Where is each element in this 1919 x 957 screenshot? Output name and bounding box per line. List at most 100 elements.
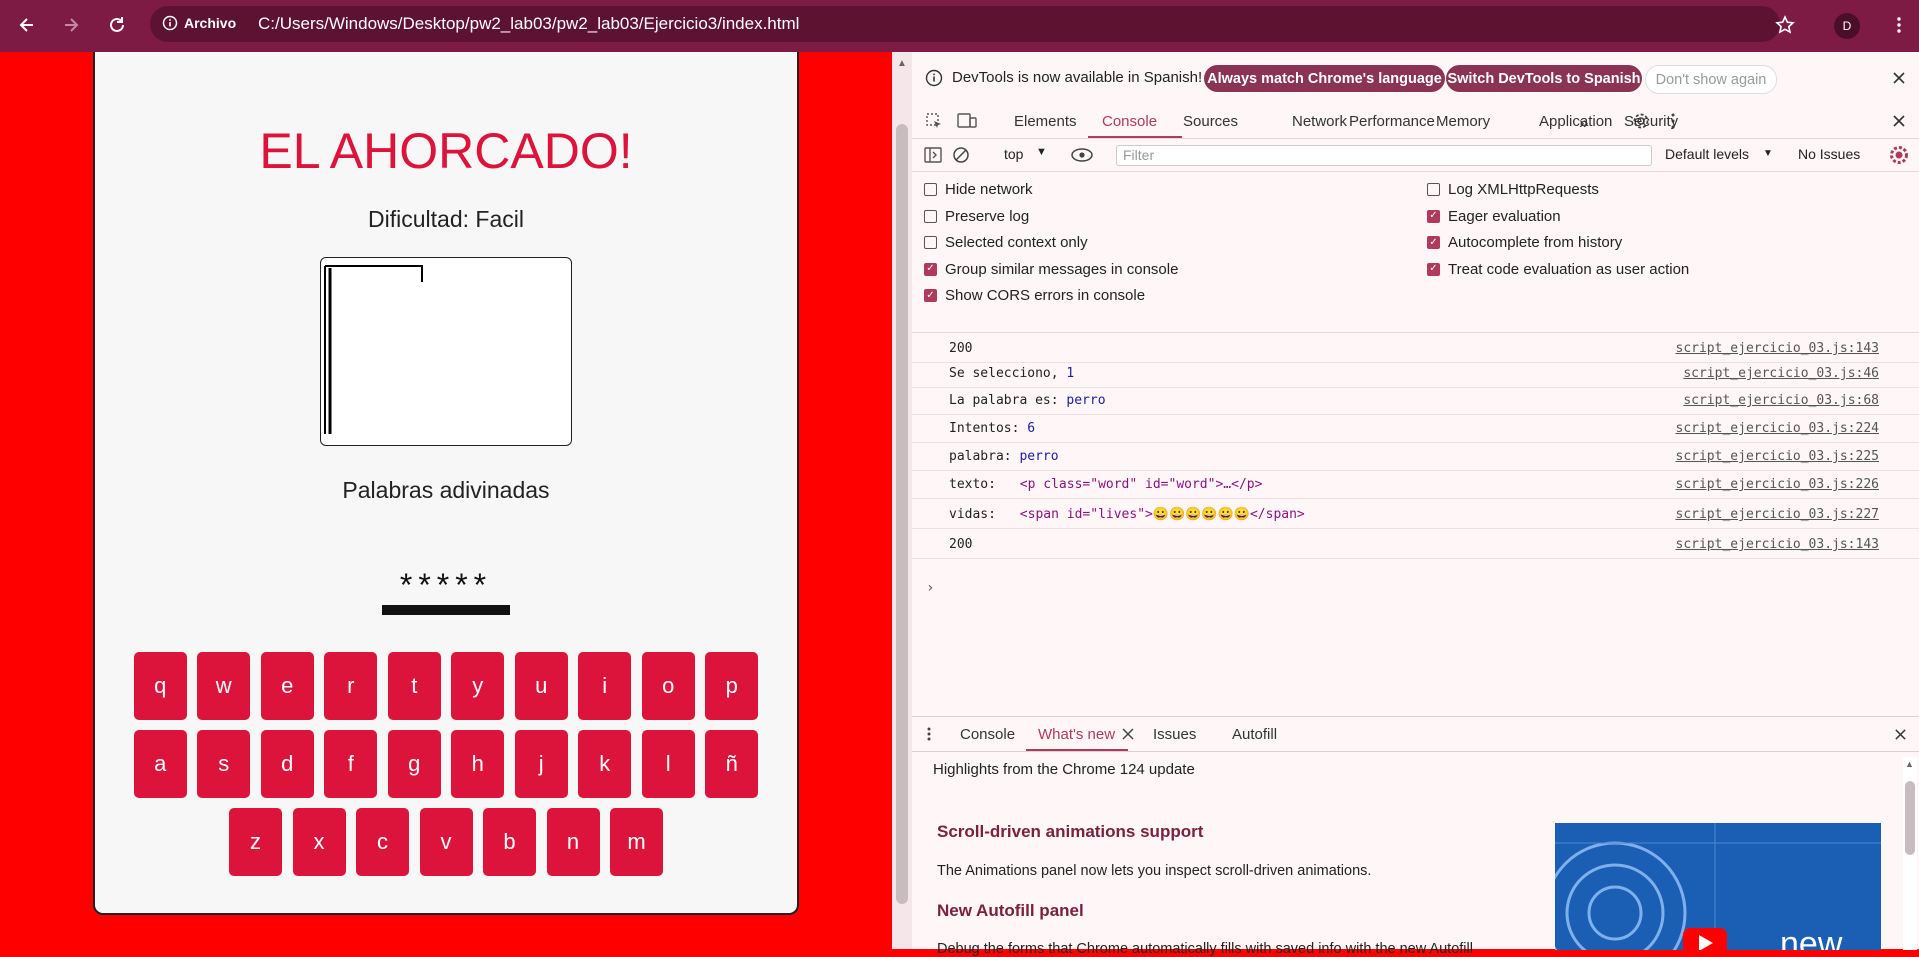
- key-5-row-0[interactable]: y: [451, 652, 505, 720]
- tab-sources[interactable]: Sources: [1183, 113, 1238, 130]
- tab-security[interactable]: Security: [1624, 113, 1678, 130]
- drawer-menu-icon[interactable]: [924, 726, 934, 742]
- dont-show-again-button[interactable]: Don't show again: [1645, 65, 1777, 94]
- key-5-row-1[interactable]: h: [451, 730, 505, 798]
- scroll-up-arrow-icon[interactable]: ▲: [897, 58, 907, 69]
- forward-button[interactable]: [58, 12, 84, 38]
- profile-avatar[interactable]: D: [1834, 13, 1860, 39]
- key-8-row-1[interactable]: l: [641, 730, 695, 798]
- source-link[interactable]: script_ejercicio_03.js:225: [1676, 449, 1880, 464]
- close-banner-icon[interactable]: [1892, 71, 1906, 85]
- key-8-row-0[interactable]: o: [641, 652, 695, 720]
- message-html-node[interactable]: <p class="word" id="word">…</p>: [1020, 477, 1263, 492]
- drawer-tab-autofill[interactable]: Autofill: [1232, 726, 1277, 743]
- reload-button[interactable]: [104, 12, 130, 38]
- chevron-down-icon[interactable]: ▼: [1036, 146, 1047, 158]
- source-link[interactable]: script_ejercicio_03.js:46: [1683, 366, 1879, 381]
- setting-autocomplete-from-history[interactable]: Autocomplete from history: [1427, 234, 1622, 251]
- key-7-row-1[interactable]: k: [578, 730, 632, 798]
- key-1-row-0[interactable]: w: [197, 652, 251, 720]
- scrollbar-thumb[interactable]: [1905, 781, 1915, 855]
- setting-hide-network[interactable]: Hide network: [924, 181, 1033, 198]
- scroll-up-arrow-icon[interactable]: ▲: [1905, 759, 1914, 769]
- bookmark-star-button[interactable]: [1772, 12, 1798, 38]
- feature-title-autofill[interactable]: New Autofill panel: [937, 901, 1084, 921]
- tab-performance[interactable]: Performance: [1349, 113, 1435, 130]
- close-devtools-icon[interactable]: [1892, 114, 1906, 128]
- console-prompt[interactable]: ›: [926, 580, 934, 596]
- setting-selected-context-only[interactable]: Selected context only: [924, 234, 1088, 251]
- source-link[interactable]: script_ejercicio_03.js:224: [1676, 421, 1880, 436]
- checkbox[interactable]: [924, 183, 937, 196]
- key-0-row-1[interactable]: a: [133, 730, 187, 798]
- source-link[interactable]: script_ejercicio_03.js:226: [1676, 477, 1880, 492]
- setting-log-xmlhttprequests[interactable]: Log XMLHttpRequests: [1427, 181, 1599, 198]
- switch-devtools-spanish-button[interactable]: Switch DevTools to Spanish: [1446, 65, 1642, 92]
- chevron-down-icon[interactable]: ▼: [1763, 148, 1773, 159]
- setting-treat-code-evaluation-as-user-action[interactable]: Treat code evaluation as user action: [1427, 261, 1689, 278]
- key-1-row-2[interactable]: x: [292, 808, 346, 876]
- key-6-row-1[interactable]: j: [514, 730, 568, 798]
- key-6-row-2[interactable]: m: [610, 808, 663, 876]
- page-scrollbar[interactable]: ▲: [892, 52, 912, 949]
- key-4-row-2[interactable]: b: [483, 808, 536, 876]
- tab-memory[interactable]: Memory: [1436, 113, 1490, 130]
- key-6-row-0[interactable]: u: [514, 652, 568, 720]
- checkbox[interactable]: [1427, 209, 1440, 223]
- setting-show-cors-errors-in-console[interactable]: Show CORS errors in console: [924, 287, 1145, 304]
- source-link[interactable]: script_ejercicio_03.js:227: [1676, 507, 1880, 522]
- key-4-row-0[interactable]: t: [387, 652, 441, 720]
- tab-network[interactable]: Network: [1292, 113, 1347, 130]
- key-9-row-0[interactable]: p: [705, 652, 759, 720]
- setting-preserve-log[interactable]: Preserve log: [924, 208, 1029, 225]
- source-link[interactable]: script_ejercicio_03.js:143: [1676, 341, 1880, 356]
- key-5-row-2[interactable]: n: [546, 808, 600, 876]
- always-match-language-button[interactable]: Always match Chrome's language: [1204, 65, 1445, 92]
- key-0-row-0[interactable]: q: [133, 652, 187, 720]
- console-settings-icon[interactable]: [1889, 145, 1909, 165]
- key-2-row-2[interactable]: c: [356, 808, 409, 876]
- key-0-row-2[interactable]: z: [229, 808, 282, 876]
- eye-icon[interactable]: [1070, 147, 1094, 163]
- message-html-node[interactable]: <span id="lives">😀😀😀😀😀😀</span>: [1020, 507, 1305, 522]
- checkbox[interactable]: [1427, 262, 1440, 276]
- back-button[interactable]: [14, 12, 40, 38]
- source-link[interactable]: script_ejercicio_03.js:143: [1676, 537, 1880, 552]
- log-levels-dropdown[interactable]: Default levels: [1665, 146, 1749, 162]
- drawer-tab-whats-new[interactable]: What's new: [1038, 726, 1115, 743]
- key-2-row-0[interactable]: e: [260, 652, 314, 720]
- scrollbar-thumb[interactable]: [896, 124, 908, 904]
- device-toolbar-icon[interactable]: [957, 112, 977, 130]
- sidebar-toggle-icon[interactable]: [924, 147, 942, 163]
- tab-application[interactable]: Application: [1539, 113, 1612, 130]
- key-2-row-1[interactable]: d: [260, 730, 314, 798]
- key-3-row-1[interactable]: f: [324, 730, 378, 798]
- close-tab-icon[interactable]: [1122, 728, 1134, 740]
- key-3-row-2[interactable]: v: [419, 808, 473, 876]
- setting-group-similar-messages-in-console[interactable]: Group similar messages in console: [924, 261, 1178, 278]
- feature-title-scroll-animations[interactable]: Scroll-driven animations support: [937, 822, 1203, 842]
- checkbox[interactable]: [924, 289, 937, 302]
- context-selector[interactable]: top: [1004, 146, 1023, 162]
- checkbox[interactable]: [924, 209, 937, 223]
- url-text[interactable]: C:/Users/Windows/Desktop/pw2_lab03/pw2_l…: [258, 14, 799, 34]
- clear-console-icon[interactable]: [952, 146, 970, 164]
- checkbox[interactable]: [924, 262, 937, 276]
- key-9-row-1[interactable]: ñ: [705, 730, 759, 798]
- key-7-row-0[interactable]: i: [578, 652, 632, 720]
- key-3-row-0[interactable]: r: [324, 652, 378, 720]
- browser-menu-button[interactable]: [1886, 12, 1912, 38]
- issues-counter[interactable]: No Issues: [1798, 146, 1860, 162]
- tab-console[interactable]: Console: [1102, 113, 1157, 130]
- site-info-chip[interactable]: Archivo: [162, 11, 236, 35]
- close-drawer-icon[interactable]: [1894, 728, 1907, 741]
- setting-eager-evaluation[interactable]: Eager evaluation: [1427, 208, 1561, 225]
- video-thumbnail[interactable]: new: [1555, 823, 1881, 950]
- checkbox[interactable]: [1427, 236, 1440, 249]
- checkbox[interactable]: [924, 236, 937, 249]
- inspect-element-icon[interactable]: [925, 112, 943, 130]
- drawer-tab-issues[interactable]: Issues: [1153, 726, 1196, 743]
- source-link[interactable]: script_ejercicio_03.js:68: [1683, 393, 1879, 408]
- key-4-row-1[interactable]: g: [387, 730, 441, 798]
- tab-elements[interactable]: Elements: [1014, 113, 1077, 130]
